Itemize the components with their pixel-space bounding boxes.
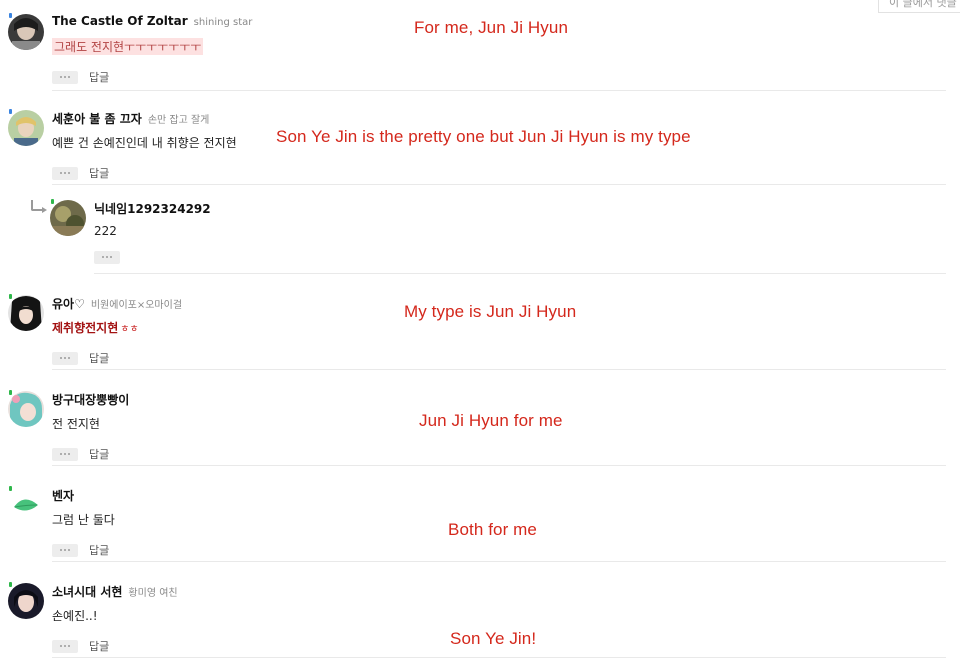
comment-actions	[94, 250, 120, 264]
comment-text: 그럼 난 둘다	[52, 513, 115, 527]
new-indicator	[9, 390, 12, 395]
avatar[interactable]	[50, 200, 86, 236]
avatar[interactable]	[8, 110, 44, 146]
divider	[52, 561, 946, 562]
more-options-icon[interactable]	[52, 447, 78, 461]
reply-button[interactable]: 답글	[89, 350, 109, 366]
reply-button[interactable]: 답글	[89, 446, 109, 462]
divider	[52, 369, 946, 370]
comment-author[interactable]: 벤자	[52, 487, 74, 504]
divider	[52, 657, 946, 658]
divider	[52, 465, 946, 466]
comment-actions: 답글	[52, 166, 109, 180]
translation-annotation: For me, Jun Ji Hyun	[414, 18, 569, 37]
author-subtitle: 황미영 여친	[128, 588, 178, 599]
reply-button[interactable]: 답글	[89, 542, 109, 558]
comment-author[interactable]: 소녀시대 서현 황미영 여친	[52, 583, 178, 600]
comment-actions: 답글	[52, 351, 109, 365]
author-subtitle: shining star	[193, 17, 253, 28]
translation-annotation: My type is Jun Ji Hyun	[404, 302, 577, 321]
avatar[interactable]	[8, 295, 44, 331]
comment-text: 제취향전지현 ㅎㅎ	[52, 321, 139, 335]
comment-text: 전 전지현	[52, 417, 100, 431]
divider	[52, 184, 946, 185]
new-indicator	[9, 13, 12, 18]
more-options-icon[interactable]	[52, 166, 78, 180]
translation-annotation: Son Ye Jin!	[450, 629, 537, 648]
find-in-comments-button[interactable]: 이 글에서 댓글 찾기	[878, 0, 960, 13]
avatar[interactable]	[8, 14, 44, 50]
reply-button[interactable]: 답글	[89, 165, 109, 181]
comment-actions: 답글	[52, 447, 109, 461]
new-indicator	[9, 486, 12, 491]
comment-text: 예쁜 건 손예진인데 내 취향은 전지현	[52, 136, 237, 150]
more-options-icon[interactable]	[52, 639, 78, 653]
comment-actions: 답글	[52, 543, 109, 557]
avatar[interactable]	[8, 583, 44, 619]
leaf-icon[interactable]	[8, 487, 44, 523]
comment-actions: 답글	[52, 70, 109, 84]
divider	[52, 90, 946, 91]
divider	[94, 273, 946, 274]
translation-annotation: Jun Ji Hyun for me	[419, 411, 563, 430]
reply-arrow-icon	[31, 200, 47, 213]
comment-actions: 답글	[52, 639, 109, 653]
new-indicator	[51, 199, 54, 204]
more-options-icon[interactable]	[52, 351, 78, 365]
avatar[interactable]	[8, 391, 44, 427]
comment-text: 그래도 전지현ㅜㅜㅜㅜㅜㅜㅜ	[52, 38, 204, 55]
comment-text-suffix: ㅎㅎ	[120, 324, 139, 335]
reply-button[interactable]: 답글	[89, 69, 109, 85]
author-subtitle: 비원에이포×오마이걸	[90, 300, 183, 311]
comment-author[interactable]: 닉네임1292324292	[94, 200, 211, 217]
comment-text: 222	[94, 224, 117, 238]
reply-button[interactable]: 답글	[89, 638, 109, 654]
more-options-icon[interactable]	[94, 250, 120, 264]
more-options-icon[interactable]	[52, 70, 78, 84]
new-indicator	[9, 294, 12, 299]
comment-author[interactable]: 유아♡ 비원에이포×오마이걸	[52, 295, 182, 312]
more-options-icon[interactable]	[52, 543, 78, 557]
translation-annotation: Son Ye Jin is the pretty one but Jun Ji …	[276, 127, 691, 146]
translation-annotation: Both for me	[448, 520, 537, 539]
new-indicator	[9, 582, 12, 587]
comment-author[interactable]: The Castle Of Zoltar shining star	[52, 14, 252, 28]
author-subtitle: 손만 잡고 잘게	[147, 115, 210, 126]
comment-author[interactable]: 방구대장뿡빵이	[52, 391, 129, 408]
comment-text: 손예진..!	[52, 609, 98, 623]
comment-author[interactable]: 세훈아 불 좀 끄자 손만 잡고 잘게	[52, 110, 209, 127]
new-indicator	[9, 109, 12, 114]
